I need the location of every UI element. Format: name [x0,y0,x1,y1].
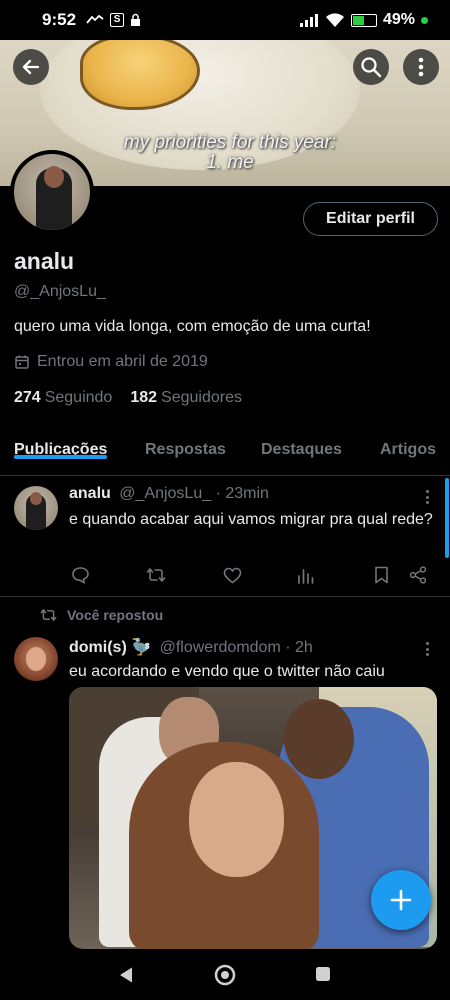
bookmark-icon [374,566,388,584]
more-options-button[interactable] [403,49,439,85]
views-button[interactable] [294,563,318,587]
followers-label: Seguidores [161,389,242,406]
tweet-time: · 2h [285,639,313,656]
bookmark-button[interactable] [369,563,393,587]
repost-label: Você repostou [67,607,164,623]
profile-tabs: Publicações Respostas Destaques Artigos [0,430,450,476]
joined-date: Entrou em abril de 2019 [14,353,208,371]
more-vertical-icon [418,57,424,77]
battery-percent: 49% [382,11,415,28]
repost-button[interactable] [144,563,168,587]
bar-chart-icon [298,568,314,584]
tweet-text: e quando acabar aqui vamos migrar pra qu… [69,511,433,528]
reply-icon [71,567,89,584]
followers-link[interactable]: 182 Seguidores [130,389,242,407]
share-icon [409,566,427,584]
search-button[interactable] [353,49,389,85]
status-time: 9:52 [42,10,77,29]
privacy-indicator-icon [421,16,428,24]
share-button[interactable] [406,563,430,587]
s-app-icon: S [110,13,125,27]
circle-home-icon [214,964,236,986]
battery-icon [350,13,377,27]
triangle-back-icon [120,967,132,983]
tweet-author-name[interactable]: analu [69,485,111,502]
tweet-actions [60,563,440,587]
calendar-icon [15,355,29,369]
system-navigation-bar [0,950,450,1000]
tweet-author-handle: @flowerdomdom [159,639,281,656]
heart-icon [223,567,241,583]
profile-handle: @_AnjosLu_ [14,283,106,300]
reply-button[interactable] [68,563,92,587]
follow-stats: 274 Seguindo 182 Seguidores [14,389,242,407]
lock-icon [131,13,141,26]
tweet-time: · 23min [215,485,269,502]
nav-recents-button[interactable] [315,966,331,987]
tweet-avatar[interactable] [14,637,58,681]
tweet-author-handle: @_AnjosLu_ [119,485,212,502]
tweet-avatar[interactable] [14,486,58,530]
tab-artigos[interactable]: Artigos [380,430,436,459]
like-button[interactable] [220,563,244,587]
tab-destaques[interactable]: Destaques [261,430,342,459]
plus-icon [390,889,412,911]
tweet-divider [0,596,450,597]
joined-text: Entrou em abril de 2019 [37,353,208,370]
following-count: 274 [14,389,41,406]
tab-respostas[interactable]: Respostas [145,430,226,459]
profile-avatar[interactable] [10,150,94,234]
search-icon [361,57,382,78]
repost-small-icon [40,609,57,621]
followers-count: 182 [130,389,158,406]
tweet-header: analu @_AnjosLu_ · 23min [69,485,269,503]
tweet-more-icon[interactable] [420,640,434,658]
tab-publicacoes[interactable]: Publicações [14,430,108,459]
square-recents-icon [316,967,330,981]
edit-profile-button[interactable]: Editar perfil [303,202,438,236]
nav-back-button[interactable] [118,966,134,989]
tweet-more-icon[interactable] [420,488,434,506]
profile-bio: quero uma vida longa, com emoção de uma … [14,318,371,335]
signal-icon [299,14,318,27]
notification-app-icon [86,14,104,24]
following-label: Seguindo [44,389,113,406]
repost-indicator: Você repostou [40,607,163,623]
repost-icon [146,568,166,582]
nav-home-button[interactable] [214,964,236,991]
compose-button[interactable] [371,870,431,930]
tweet-author-name[interactable]: domi(s) 🦤 [69,639,151,656]
tweet-item[interactable]: analu @_AnjosLu_ · 23min e quando acabar… [0,478,450,596]
back-button[interactable] [13,49,49,85]
wifi-icon [325,12,344,27]
following-link[interactable]: 274 Seguindo [14,389,112,407]
back-arrow-icon [22,59,40,75]
tweet-text: eu acordando e vendo que o twitter não c… [69,663,385,680]
status-bar: 9:52 S 49% [0,0,450,40]
banner-caption: my priorities for this year: 1. me [123,132,337,173]
profile-display-name: analu [14,248,75,274]
tweet-header: domi(s) 🦤 @flowerdomdom · 2h [69,637,313,657]
notification-icons: S [86,13,141,27]
